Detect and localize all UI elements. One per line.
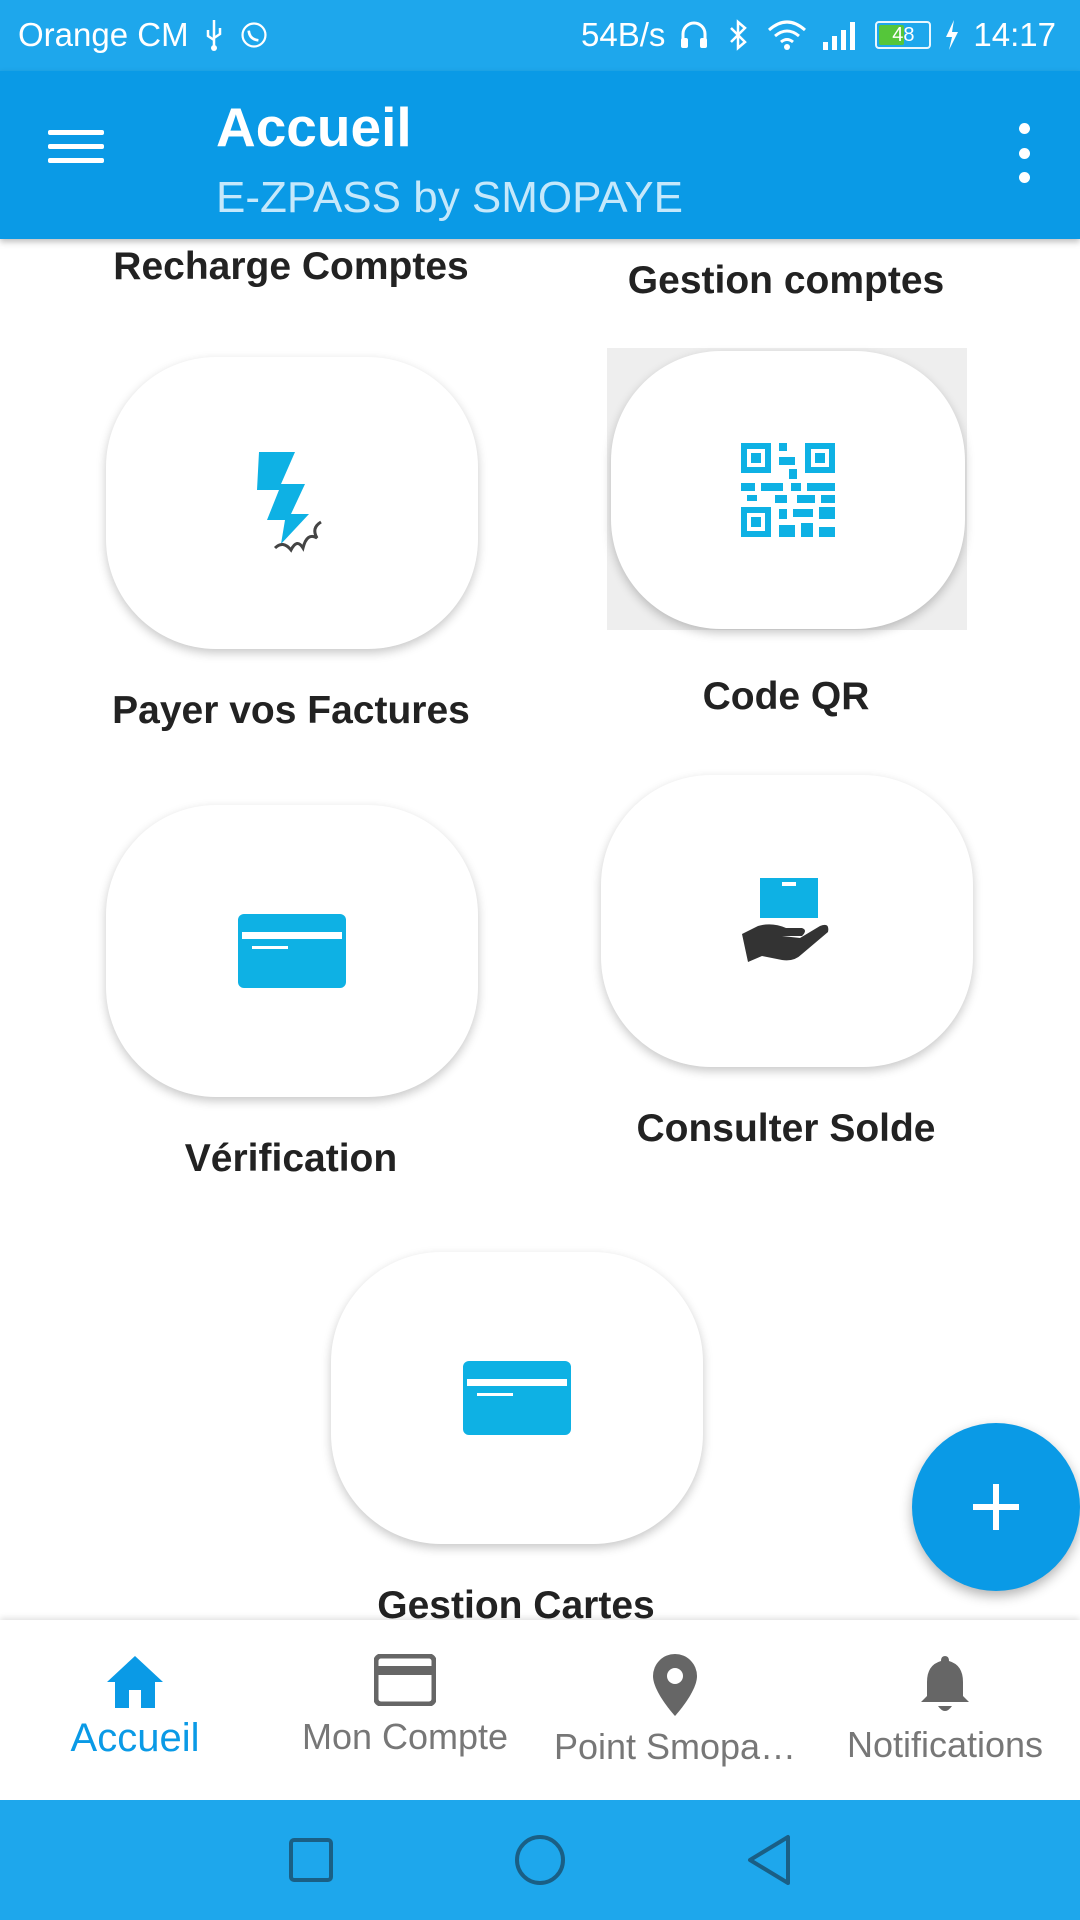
card-icon	[463, 1361, 571, 1435]
tile-label-manage-cards: Gestion Cartes	[377, 1584, 655, 1620]
nav-label-account: Mon Compte	[301, 1716, 509, 1757]
nav-item-home[interactable]: Accueil	[0, 1620, 270, 1800]
pay-bills-button[interactable]	[106, 357, 478, 649]
menu-button[interactable]	[48, 121, 118, 181]
battery-icon: 48	[875, 21, 932, 49]
whatsapp-icon	[240, 22, 267, 48]
card-icon	[238, 914, 346, 988]
check-balance-button[interactable]	[601, 775, 973, 1067]
nav-item-points[interactable]: Point Smopa…	[540, 1620, 810, 1800]
network-speed: 54B/s	[581, 16, 666, 53]
app-bar: Accueil E-ZPASS by SMOPAYE	[0, 71, 1080, 239]
credit-card-icon	[374, 1654, 436, 1706]
tile-label-qr-code: Code QR	[702, 675, 870, 718]
clock: 14:17	[973, 16, 1056, 53]
nav-label-notifications: Notifications	[846, 1724, 1044, 1765]
more-vert-icon	[1018, 123, 1030, 134]
home-circle-icon[interactable]	[514, 1834, 566, 1886]
manage-cards-button[interactable]	[331, 1252, 703, 1544]
status-bar: Orange CM 54B/s 48 14:17	[0, 0, 1080, 71]
nav-label-home: Accueil	[70, 1716, 200, 1760]
hamburger-icon	[48, 130, 104, 135]
plus-icon	[973, 1484, 1019, 1530]
bottom-navigation: Accueil Mon Compte Point Smopa… Notifica…	[0, 1620, 1080, 1800]
tile-label-verification: Vérification	[184, 1137, 398, 1180]
wifi-icon	[768, 20, 807, 50]
add-fab-button[interactable]	[912, 1423, 1080, 1591]
home-icon	[107, 1656, 163, 1708]
qr-code-icon	[741, 443, 835, 537]
bill-payment-icon	[257, 452, 322, 553]
hand-with-box-icon	[742, 878, 829, 962]
tile-label-pay-bills: Payer vos Factures	[112, 689, 470, 732]
nav-item-notifications[interactable]: Notifications	[810, 1620, 1080, 1800]
battery-level: 48	[892, 23, 915, 46]
system-navigation-bar	[0, 1800, 1080, 1920]
bluetooth-icon	[730, 19, 748, 51]
location-pin-icon	[653, 1654, 697, 1716]
nav-label-points: Point Smopa…	[553, 1726, 797, 1767]
recents-square-icon[interactable]	[288, 1837, 334, 1883]
verification-button[interactable]	[106, 805, 478, 1097]
tile-label-gestion-comptes[interactable]: Gestion comptes	[536, 259, 1036, 303]
back-triangle-icon[interactable]	[746, 1834, 792, 1886]
home-grid: Recharge Comptes Gestion comptes Payer v…	[0, 239, 1080, 1620]
bell-icon	[921, 1656, 969, 1711]
charging-icon	[946, 20, 959, 50]
headphones-icon	[681, 21, 708, 48]
carrier-label: Orange CM	[18, 16, 189, 53]
more-options-button[interactable]	[1004, 123, 1044, 183]
app-subtitle: E-ZPASS by SMOPAYE	[216, 173, 684, 222]
page-title: Accueil	[216, 96, 412, 158]
tile-label-check-balance: Consulter Solde	[636, 1107, 936, 1150]
usb-icon	[206, 20, 221, 51]
nav-item-account[interactable]: Mon Compte	[270, 1620, 540, 1800]
qr-code-button[interactable]	[611, 351, 965, 629]
tile-label-recharge[interactable]: Recharge Comptes	[41, 245, 541, 289]
signal-icon	[823, 22, 856, 50]
